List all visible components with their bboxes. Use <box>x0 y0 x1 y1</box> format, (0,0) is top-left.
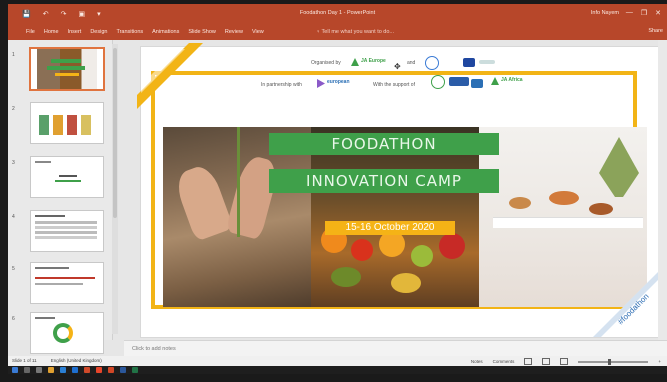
reading-view-icon[interactable] <box>560 358 569 365</box>
share-button[interactable]: Share <box>648 28 663 34</box>
ribbon-tabs: File Home Insert Design Transitions Anim… <box>8 24 667 40</box>
european-logo: european <box>327 79 350 85</box>
eu-flag-icon <box>463 58 475 67</box>
thumbnail-row[interactable]: 1 <box>10 47 110 92</box>
language-indicator[interactable]: English (United Kingdom) <box>51 358 102 363</box>
in-partnership-label: In partnership with <box>261 82 302 88</box>
zoom-slider[interactable] <box>578 358 649 365</box>
maximize-button[interactable]: ❐ <box>641 9 647 17</box>
search-icon[interactable] <box>24 367 30 373</box>
slide-thumbnail-2[interactable] <box>30 102 104 144</box>
logo-strip: Organised by JA Europe and In partnershi… <box>141 55 659 95</box>
office-icon[interactable] <box>84 367 90 373</box>
edge-icon[interactable] <box>60 367 66 373</box>
sponsor-logo <box>449 77 469 86</box>
thumbnail-row[interactable]: 6 <box>10 312 110 356</box>
partner-circle-icon <box>425 56 439 70</box>
and-label: and <box>407 60 416 66</box>
corner-ribbon-bottom-right: #foodathon <box>593 271 659 337</box>
windows-taskbar <box>8 366 667 374</box>
tab-view[interactable]: View <box>252 29 264 35</box>
status-bar: Slide 1 of 11 English (United Kingdom) N… <box>8 356 667 366</box>
chrome-icon[interactable] <box>96 367 102 373</box>
tell-me-search[interactable]: ♀ Tell me what you want to do... <box>316 29 394 35</box>
mail-icon[interactable] <box>72 367 78 373</box>
slide-counter: Slide 1 of 11 <box>12 358 37 363</box>
slide-scrollbar[interactable] <box>658 40 667 340</box>
thumbnail-number: 2 <box>12 106 15 112</box>
minimize-button[interactable]: — <box>626 9 633 17</box>
sign-in-name[interactable]: Info Nayem <box>591 10 619 16</box>
window-controls: — ❐ ✕ <box>626 9 661 17</box>
ja-europe-logo: JA Europe <box>361 58 386 64</box>
slide-thumbnail-pane: 1 2 3 4 5 6 <box>8 40 113 354</box>
ja-logo-icon <box>351 58 359 66</box>
window-title: Foodathon Day 1 - PowerPoint <box>299 10 376 16</box>
thumbnail-row[interactable]: 4 <box>10 210 110 254</box>
explorer-icon[interactable] <box>48 367 54 373</box>
sponsor-logo <box>471 79 483 88</box>
thumbnail-number: 5 <box>12 266 15 272</box>
thumbnail-number: 4 <box>12 214 15 220</box>
comments-toggle[interactable]: Comments <box>493 359 515 364</box>
thumbnail-number: 3 <box>12 160 15 166</box>
slide-thumbnail-3[interactable] <box>30 156 104 198</box>
headline-foodathon: FOODATHON <box>269 133 499 155</box>
tab-insert[interactable]: Insert <box>68 29 82 35</box>
powerpoint-window: 💾 ↶ ↷ ▣ ▾ Foodathon Day 1 - PowerPoint I… <box>8 4 667 374</box>
notes-toggle[interactable]: Notes <box>471 359 483 364</box>
normal-view-icon[interactable] <box>524 358 533 365</box>
event-date: 15-16 October 2020 <box>325 221 455 235</box>
zoom-in-button[interactable]: + <box>658 359 661 364</box>
sorter-view-icon[interactable] <box>542 358 551 365</box>
start-icon[interactable] <box>12 367 18 373</box>
notes-pane[interactable]: Click to add notes <box>124 340 667 357</box>
powerpoint-icon[interactable] <box>108 367 114 373</box>
thumbnail-row[interactable]: 2 <box>10 102 110 146</box>
bayer-cross-icon <box>431 75 445 89</box>
tab-file[interactable]: File <box>26 29 35 35</box>
ja-africa-logo: JA Africa <box>501 77 523 83</box>
thumbnail-scrollbar[interactable] <box>112 44 118 334</box>
slide-thumbnail-4[interactable] <box>30 210 104 252</box>
tab-review[interactable]: Review <box>225 29 243 35</box>
slide-thumbnail-1[interactable] <box>29 47 105 91</box>
tab-design[interactable]: Design <box>90 29 107 35</box>
word-icon[interactable] <box>120 367 126 373</box>
notes-placeholder: Click to add notes <box>132 346 176 352</box>
thumbnail-row[interactable]: 5 <box>10 262 110 306</box>
title-bar: 💾 ↶ ↷ ▣ ▾ Foodathon Day 1 - PowerPoint I… <box>8 4 667 24</box>
thumbnail-row[interactable]: 3 <box>10 156 110 200</box>
cursor-move-icon: ✥ <box>394 62 401 71</box>
partner-logo <box>479 60 495 64</box>
headline-innovation-camp: INNOVATION CAMP <box>269 169 499 193</box>
ja-africa-logo-icon <box>491 77 499 85</box>
task-view-icon[interactable] <box>36 367 42 373</box>
support-label: With the support of <box>373 82 415 88</box>
organised-by-label: Organised by <box>311 60 341 66</box>
thumbnail-number: 6 <box>12 316 15 322</box>
close-button[interactable]: ✕ <box>655 9 661 17</box>
excel-icon[interactable] <box>132 367 138 373</box>
european-logo-icon <box>317 79 325 88</box>
slide-thumbnail-5[interactable] <box>30 262 104 304</box>
tab-home[interactable]: Home <box>44 29 59 35</box>
slide-canvas[interactable]: Organised by JA Europe and In partnershi… <box>137 43 660 338</box>
slide-thumbnail-6[interactable] <box>30 312 104 354</box>
thumbnail-number: 1 <box>12 52 15 58</box>
